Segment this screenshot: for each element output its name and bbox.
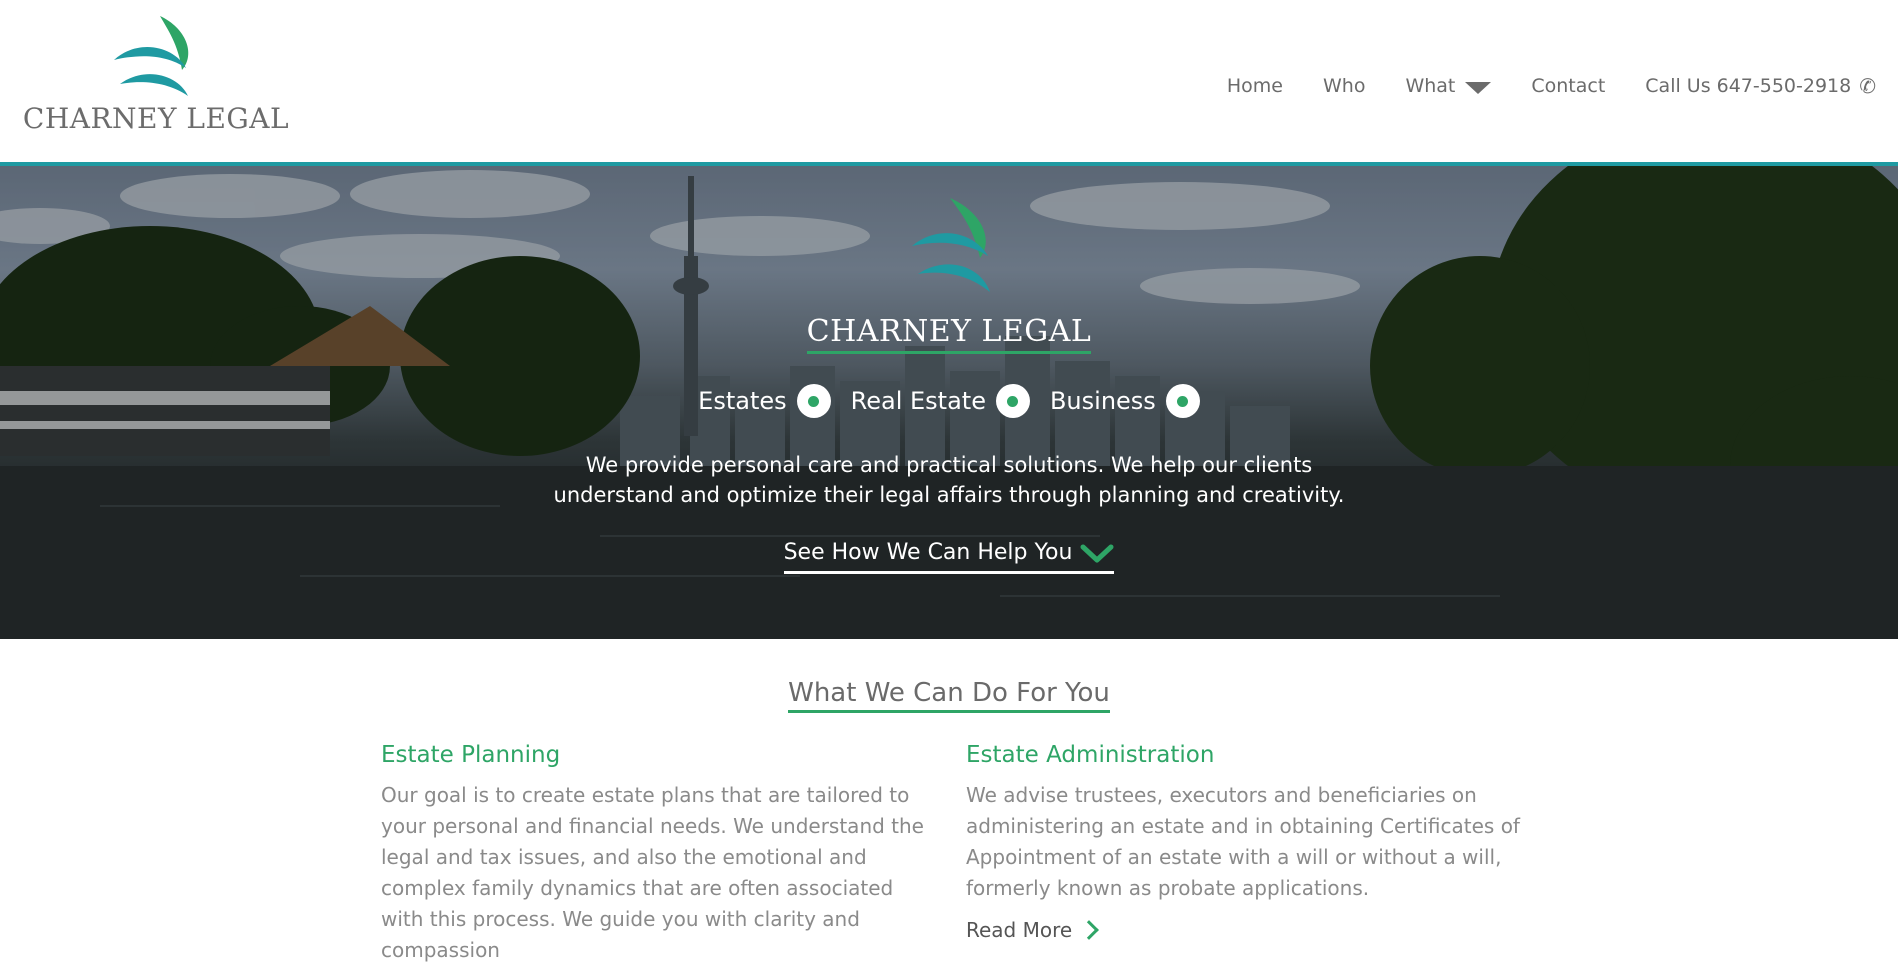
site-header: CHARNEY LEGAL Home Who What Contact Call… [0, 0, 1898, 166]
dot-icon [796, 384, 831, 418]
nav-contact-label: Contact [1531, 75, 1606, 97]
services-heading: What We Can Do For You [0, 678, 1898, 713]
nav-what[interactable]: What [1405, 75, 1492, 97]
nav-what-label: What [1405, 75, 1456, 97]
services-heading-text: What We Can Do For You [788, 678, 1110, 713]
hero-banner: CHARNEY LEGAL Estates Real Estate Busine… [0, 166, 1898, 639]
hero-description: We provide personal care and practical s… [0, 450, 1898, 510]
hero-title: CHARNEY LEGAL [0, 314, 1898, 354]
caret-down-icon [1465, 81, 1492, 94]
chevron-down-icon [1080, 544, 1114, 562]
nav-home-label: Home [1226, 75, 1283, 97]
service-estate-planning: Estate Planning Our goal is to create es… [381, 742, 941, 966]
nav-home[interactable]: Home [1227, 75, 1283, 97]
chevron-right-icon [1079, 920, 1100, 940]
practice-areas: Estates Real Estate Business [0, 384, 1898, 418]
leaf-logo-icon [114, 16, 189, 96]
brand-wordmark: CHARNEY LEGAL [22, 102, 290, 135]
brand-logo[interactable]: CHARNEY LEGAL [20, 14, 292, 136]
phone-icon: ✆ [1859, 74, 1876, 98]
hero-description-line: We provide personal care and practical s… [585, 453, 1313, 477]
cta-label: See How We Can Help You [783, 540, 1073, 565]
read-more-label: Read More [966, 918, 1073, 942]
nav-who-label: Who [1322, 75, 1366, 97]
hero-description-line: understand and optimize their legal affa… [553, 483, 1345, 507]
nav-call-label: Call Us 647-550-2918 [1645, 75, 1852, 97]
read-more-link[interactable]: Read More [966, 918, 1100, 942]
see-how-we-can-help-button[interactable]: See How We Can Help You [783, 540, 1115, 574]
pillar-estates: Estates [698, 384, 831, 418]
service-title: Estate Administration [966, 742, 1215, 768]
nav-who[interactable]: Who [1323, 75, 1365, 97]
pillar-real-estate: Real Estate [851, 384, 1030, 418]
hero-title-text: CHARNEY LEGAL [806, 314, 1092, 354]
main-nav: Home Who What Contact Call Us 647-550-29… [1187, 74, 1876, 98]
nav-contact[interactable]: Contact [1531, 75, 1605, 97]
leaf-logo-icon [912, 198, 990, 292]
service-title: Estate Planning [381, 742, 561, 768]
pillar-label: Business [1049, 387, 1156, 415]
pillar-label: Estates [698, 387, 787, 415]
service-body: We advise trustees, executors and benefi… [966, 783, 1520, 900]
service-body: Our goal is to create estate plans that … [381, 783, 924, 962]
nav-call[interactable]: Call Us 647-550-2918 ✆ [1645, 74, 1876, 98]
service-estate-administration: Estate Administration We advise trustees… [966, 742, 1536, 942]
cta-wrap: See How We Can Help You [0, 540, 1898, 574]
dot-icon [1165, 384, 1200, 418]
pillar-label: Real Estate [850, 387, 986, 415]
pillar-business: Business [1050, 384, 1200, 418]
dot-icon [995, 384, 1030, 418]
